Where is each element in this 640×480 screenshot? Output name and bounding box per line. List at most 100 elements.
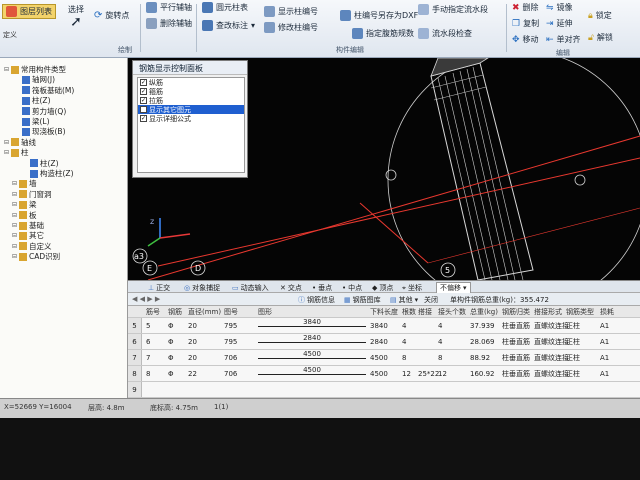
rebar-info-button[interactable]: ⓘ 钢筋信息 bbox=[298, 295, 335, 305]
delete-axis-button[interactable]: 删除辅轴 bbox=[146, 18, 192, 29]
checkbox[interactable]: ✓ bbox=[140, 115, 147, 122]
table-cell[interactable]: 柱垂直筋 bbox=[502, 366, 530, 381]
tree-item[interactable]: ⊟ 门窗洞 bbox=[12, 189, 52, 200]
table-cell[interactable]: A1 bbox=[600, 318, 609, 333]
layer-list-button[interactable]: 图层列表 bbox=[2, 4, 56, 19]
tree-item[interactable]: 筏板基础(M) bbox=[20, 85, 74, 96]
tree-item[interactable]: ⊟ 自定义 bbox=[12, 241, 52, 252]
midpoint-snap[interactable]: • 中点 bbox=[342, 283, 362, 293]
table-cell[interactable]: Φ bbox=[168, 334, 174, 349]
row-number[interactable]: 6 bbox=[128, 334, 142, 349]
rotate-point-button[interactable]: ⟳ 旋转点 bbox=[94, 10, 129, 21]
check-mark-button[interactable]: 查改标注 ▾ bbox=[202, 20, 255, 31]
table-cell[interactable]: 706 bbox=[224, 350, 237, 365]
table-cell[interactable]: 2840 bbox=[258, 334, 366, 343]
table-cell[interactable]: 正柱 bbox=[566, 366, 580, 381]
table-cell[interactable]: 88.92 bbox=[470, 350, 490, 365]
table-cell[interactable]: 8 bbox=[146, 366, 150, 381]
column-header[interactable]: 图号 bbox=[224, 306, 238, 317]
vertex-snap[interactable]: ◆ 顶点 bbox=[372, 283, 393, 293]
table-cell[interactable]: A1 bbox=[600, 334, 609, 349]
parallel-axis-button[interactable]: 平行辅轴 bbox=[146, 2, 192, 13]
tree-item[interactable]: 构造柱(Z) bbox=[28, 168, 74, 179]
column-header[interactable]: 钢筋归类 bbox=[502, 306, 530, 317]
tree-item[interactable]: 现浇板(B) bbox=[20, 126, 66, 137]
expander-icon[interactable]: ⊟ bbox=[12, 232, 17, 239]
column-header[interactable]: 钢筋 bbox=[168, 306, 182, 317]
expander-icon[interactable]: ⊟ bbox=[12, 253, 17, 260]
tree-item[interactable]: ⊟ 轴线 bbox=[4, 137, 36, 148]
tree-item[interactable]: ⊟ 其它 bbox=[12, 230, 44, 241]
copy-button[interactable]: ❐ 复制 bbox=[512, 18, 539, 29]
table-cell[interactable]: 8 bbox=[402, 350, 406, 365]
table-cell[interactable]: 160.92 bbox=[470, 366, 495, 381]
coordinate-snap[interactable]: ⌖ 坐标 bbox=[402, 283, 422, 293]
checkbox[interactable]: ✓ bbox=[140, 88, 147, 95]
table-cell[interactable]: 20 bbox=[188, 350, 197, 365]
table-cell[interactable]: 直螺纹连接 bbox=[534, 334, 569, 349]
table-cell[interactable]: 706 bbox=[224, 366, 237, 381]
nav-arrows[interactable]: ◀ ◀ ▶ ▶ bbox=[132, 295, 160, 303]
expander-icon[interactable]: ⊟ bbox=[12, 201, 17, 208]
rebar-option[interactable]: ✓ 显示详细公式 bbox=[138, 114, 244, 123]
table-cell[interactable]: 37.939 bbox=[470, 318, 495, 333]
show-column-number-button[interactable]: 显示柱编号 bbox=[264, 6, 318, 17]
table-cell[interactable]: 22 bbox=[188, 366, 197, 381]
expander-icon[interactable]: ⊟ bbox=[4, 139, 9, 146]
table-cell[interactable]: 直螺纹连接 bbox=[534, 318, 569, 333]
manual-flow-button[interactable]: 手动指定流水段 bbox=[418, 4, 488, 15]
table-cell[interactable]: 2840 bbox=[370, 334, 388, 349]
tree-item[interactable]: 柱(Z) bbox=[20, 95, 51, 106]
table-cell[interactable]: 4 bbox=[438, 318, 442, 333]
orthogonal-toggle[interactable]: ⊥ 正交 bbox=[148, 283, 170, 293]
tree-item[interactable]: 剪力墙(Q) bbox=[20, 106, 66, 117]
save-dxf-button[interactable]: 柱编号另存为DXF bbox=[340, 10, 418, 21]
column-header[interactable]: 筋号 bbox=[146, 306, 160, 317]
table-cell[interactable]: 正柱 bbox=[566, 350, 580, 365]
table-cell[interactable]: 4500 bbox=[370, 366, 388, 381]
table-cell[interactable]: 直螺纹连接 bbox=[534, 366, 569, 381]
table-cell[interactable]: 正柱 bbox=[566, 318, 580, 333]
table-cell[interactable]: A1 bbox=[600, 366, 609, 381]
close-button[interactable]: 关闭 bbox=[424, 295, 438, 305]
table-cell[interactable]: 4 bbox=[402, 318, 406, 333]
table-cell[interactable]: Φ bbox=[168, 318, 174, 333]
checkbox[interactable]: ✓ bbox=[140, 97, 147, 104]
column-header[interactable]: 直径(mm) bbox=[188, 306, 221, 317]
column-header[interactable]: 接头个数 bbox=[438, 306, 466, 317]
expander-icon[interactable]: ⊟ bbox=[12, 212, 17, 219]
column-header[interactable]: 搭接形式 bbox=[534, 306, 562, 317]
table-cell[interactable]: 柱垂直筋 bbox=[502, 350, 530, 365]
column-header[interactable]: 根数 bbox=[402, 306, 416, 317]
table-cell[interactable]: 柱垂直筋 bbox=[502, 318, 530, 333]
table-cell[interactable]: 20 bbox=[188, 334, 197, 349]
table-cell[interactable]: 4 bbox=[402, 334, 406, 349]
edit-column-number-button[interactable]: 修改柱编号 bbox=[264, 22, 318, 33]
row-number[interactable]: 7 bbox=[128, 350, 142, 365]
tree-item[interactable]: ⊟ 柱 bbox=[4, 147, 29, 158]
table-cell[interactable]: A1 bbox=[600, 350, 609, 365]
rebar-diagram-button[interactable]: ▦ 钢筋图库 bbox=[344, 295, 381, 305]
checkbox[interactable] bbox=[140, 106, 147, 113]
unlock-button[interactable]: 🔓︎ 解锁 bbox=[588, 32, 613, 43]
tree-item[interactable]: ⊟ 基础 bbox=[12, 220, 44, 231]
table-cell[interactable]: 6 bbox=[146, 334, 150, 349]
table-cell[interactable]: 4 bbox=[438, 334, 442, 349]
table-row[interactable]: 8 8 Φ 22 706 4500 4500 12 25*22 12 160.92 柱垂直筋 直螺纹连接… bbox=[128, 366, 640, 382]
move-button[interactable]: ✥ 移动 bbox=[512, 34, 539, 45]
table-cell[interactable]: 3840 bbox=[258, 318, 366, 327]
table-cell[interactable]: 4500 bbox=[370, 350, 388, 365]
column-header[interactable]: 损耗 bbox=[600, 306, 614, 317]
select-button[interactable]: 选择 ➚ bbox=[68, 4, 84, 29]
column-header[interactable]: 下料长度 bbox=[370, 306, 398, 317]
expander-icon[interactable]: ⊟ bbox=[4, 149, 9, 156]
table-row[interactable]: 5 5 Φ 20 795 3840 3840 4 4 37.939 柱垂直筋 直螺纹连接 正柱 A1 bbox=[128, 318, 640, 334]
checkbox[interactable]: ✓ bbox=[140, 79, 147, 86]
table-row[interactable]: 9 bbox=[128, 382, 640, 398]
circle-column-table-button[interactable]: 圆元柱表 bbox=[202, 2, 248, 13]
table-cell[interactable]: 4500 bbox=[258, 350, 366, 359]
column-header[interactable]: 总重(kg) bbox=[470, 306, 498, 317]
table-cell[interactable]: 正柱 bbox=[566, 334, 580, 349]
column-header[interactable]: 钢筋类型 bbox=[566, 306, 594, 317]
tree-item[interactable]: ⊟ 板 bbox=[12, 210, 37, 221]
